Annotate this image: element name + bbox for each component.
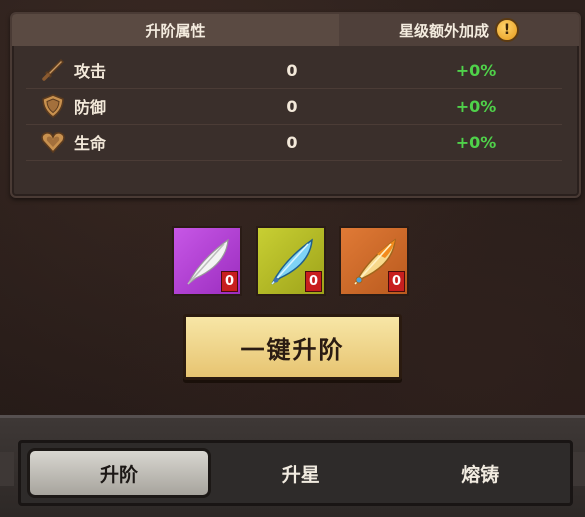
material-count: 0: [388, 271, 405, 292]
material-count: 0: [305, 271, 322, 292]
upgrade-attributes-title: 升阶属性: [145, 21, 206, 40]
upgrade-button-label: 一键升阶: [240, 335, 345, 364]
stat-row-defense: 防御 0 +0%: [26, 88, 562, 125]
bottom-tab-bar: 升阶 升星 熔铸: [18, 440, 573, 506]
tab-star-up[interactable]: 升星: [211, 451, 391, 495]
star-bonus-title: 星级额外加成: [398, 21, 489, 40]
material-slot-white-feather[interactable]: 0: [172, 226, 242, 296]
left-decoration: [0, 452, 14, 486]
stat-bonus: +0%: [455, 132, 497, 152]
material-slot-blue-feather[interactable]: 0: [256, 226, 326, 296]
stat-value: 0: [286, 132, 298, 152]
stat-bonus: +0%: [455, 96, 497, 116]
stat-label: 防御: [74, 98, 107, 117]
shield-icon: [42, 94, 64, 118]
stats-panel: 升阶属性 星级额外加成 ! 攻击 0 +0% 防御 0 +0% 生命 0 +0%: [10, 12, 581, 198]
tab-upgrade[interactable]: 升阶: [27, 448, 211, 498]
stat-value: 0: [286, 96, 298, 116]
stats-header: 升阶属性 星级额外加成 !: [12, 14, 579, 46]
one-click-upgrade-button[interactable]: 一键升阶: [183, 314, 402, 380]
stat-label: 攻击: [74, 62, 107, 81]
material-count: 0: [221, 271, 238, 292]
sword-icon: [42, 58, 65, 81]
stat-row-health: 生命 0 +0%: [26, 124, 562, 161]
stat-value: 0: [286, 60, 298, 80]
stat-label: 生命: [74, 134, 107, 153]
tab-forge[interactable]: 熔铸: [391, 451, 571, 495]
heart-icon: [41, 132, 65, 154]
exclamation-icon[interactable]: !: [495, 18, 519, 42]
star-bonus-header: 星级额外加成 !: [339, 14, 579, 46]
material-slot-golden-feather[interactable]: 0: [339, 226, 409, 296]
stat-row-attack: 攻击 0 +0%: [26, 52, 562, 89]
stat-bonus: +0%: [455, 60, 497, 80]
right-decoration: [571, 452, 585, 486]
